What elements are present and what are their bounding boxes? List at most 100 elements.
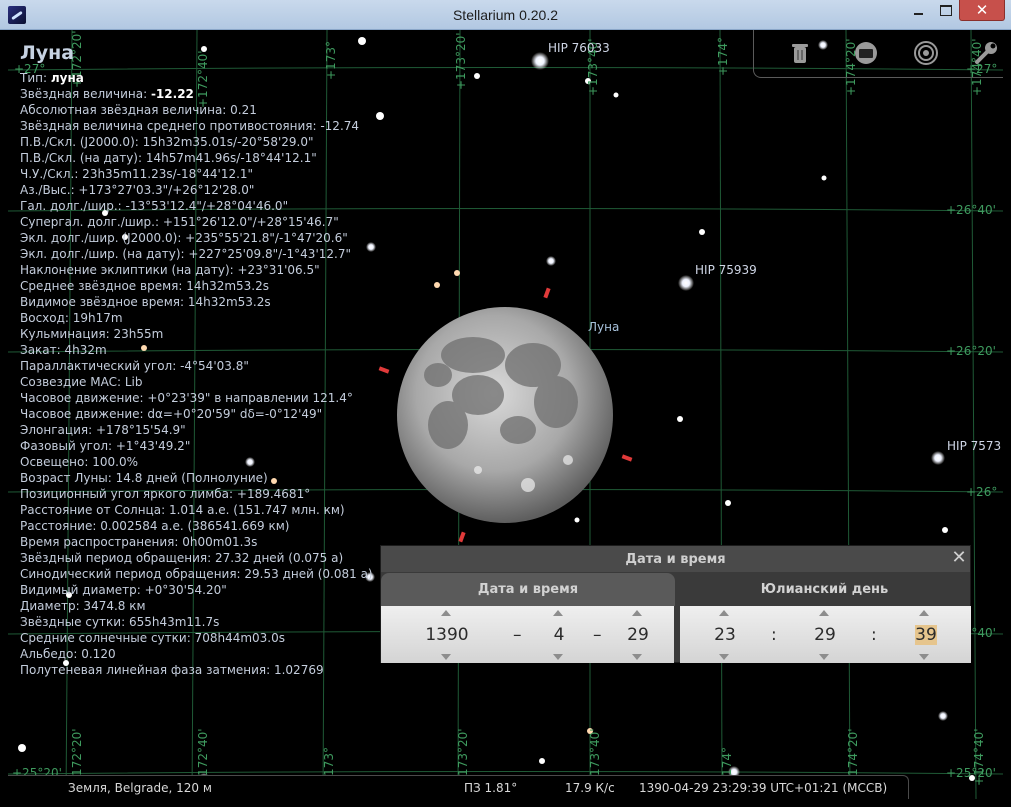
object-info-line: Видимый диаметр: +0°30'54.20" xyxy=(20,583,227,597)
grid-label-alt-2640: +26°40' xyxy=(946,203,996,217)
object-info-line: Время распространения: 0h00m01.3s xyxy=(20,535,258,549)
year-value[interactable]: 1390 xyxy=(417,625,477,645)
object-info-line: Абсолютная звёздная величина: 0.21 xyxy=(20,103,257,117)
object-info-line: Экл. долг./шир. (на дату): +227°25'09.8"… xyxy=(20,247,351,261)
dialog-close-icon[interactable]: ✕ xyxy=(949,548,969,568)
date-pane: 1390 – 4 – 29 xyxy=(381,606,674,663)
object-info-line: Закат: 4h32m xyxy=(20,343,107,357)
minute-value[interactable]: 29 xyxy=(795,625,855,645)
object-info-line: Фазовый угол: +1°43'49.2" xyxy=(20,439,191,453)
dialog-body: 1390 – 4 – 29 23: 29: 39 xyxy=(381,606,971,663)
object-info-line: П.В./Скл. (J2000.0): 15h32m35.01s/-20°58… xyxy=(20,135,314,149)
minute-up-icon[interactable] xyxy=(819,610,829,616)
day-up-icon[interactable] xyxy=(632,610,642,616)
target-icon[interactable] xyxy=(913,40,939,66)
star-label-hip-76033[interactable]: HIP 76033 xyxy=(548,41,610,55)
second-down-icon[interactable] xyxy=(919,654,929,660)
tab-julian-day[interactable]: Юлианский день xyxy=(679,573,970,606)
object-info-line: Созвездие MAC: Lib xyxy=(20,375,143,389)
object-info-line: Средние солнечные сутки: 708h44m03.0s xyxy=(20,631,285,645)
tab-date-time-label: Дата и время xyxy=(477,582,579,597)
object-info-line: Восход: 19h17m xyxy=(20,311,123,325)
object-info-line: Альбедо: 0.120 xyxy=(20,647,116,661)
sky-view[interactable]: +27° +27° +26°40' +26°20' +26° +25°40' +… xyxy=(8,30,1003,799)
minimize-button[interactable] xyxy=(905,0,932,21)
time-separator: : xyxy=(871,625,877,645)
object-info-line: Звёздный период обращения: 27.32 дней (0… xyxy=(20,551,344,565)
object-info-lines: Абсолютная звёздная величина: 0.21 Звёздн… xyxy=(20,102,373,678)
dialog-title: Дата и время xyxy=(625,552,726,567)
year-spinbox[interactable]: 1390 xyxy=(417,606,477,663)
object-info-line: Ч.У./Скл.: 23h35m11.23s/-18°44'12.1" xyxy=(20,167,254,181)
moon[interactable] xyxy=(397,307,613,523)
grid-label-az-17320: +173°20' xyxy=(454,32,468,90)
time-pane: 23 : 29 : 39 xyxy=(680,606,971,663)
hour-spinbox[interactable]: 23 xyxy=(695,606,755,663)
date-separator: – xyxy=(593,625,602,645)
object-type-value: луна xyxy=(50,71,84,85)
object-info-line: П.В./Скл. (на дату): 14h57m41.96s/-18°44… xyxy=(20,151,317,165)
month-value[interactable]: 4 xyxy=(529,625,589,645)
object-type-label: Тип: xyxy=(20,71,48,85)
day-value[interactable]: 29 xyxy=(608,625,668,645)
object-info-line: Супергал. долг./шир.: +151°26'12.0"/+28°… xyxy=(20,215,339,229)
window-title: Stellarium 0.20.2 xyxy=(452,7,559,23)
object-info-line: Позиционный угол яркого лимба: +189.4681… xyxy=(20,487,311,501)
object-info-panel: Луна Тип: луна Звёздная величина: -12.22… xyxy=(20,42,373,678)
title-bar: Stellarium 0.20.2 ✕ xyxy=(0,0,1011,30)
close-window-button[interactable]: ✕ xyxy=(959,0,1005,21)
time-separator: : xyxy=(771,625,777,645)
object-info-line: Звёздные сутки: 655h43m11.7s xyxy=(20,615,220,629)
wrench-icon[interactable] xyxy=(973,40,999,66)
object-info-line: Расстояние от Солнца: 1.014 а.е. (151.74… xyxy=(20,503,345,517)
minute-spinbox[interactable]: 29 xyxy=(795,606,855,663)
maximize-button[interactable] xyxy=(932,0,959,21)
tab-julian-day-label: Юлианский день xyxy=(760,582,889,597)
close-icon: ✕ xyxy=(975,1,989,19)
star-label-hip-7573[interactable]: HIP 7573 xyxy=(947,439,1001,453)
second-up-icon[interactable] xyxy=(919,610,929,616)
object-info-line: Кульминация: 23h55m xyxy=(20,327,164,341)
object-info-line: Диаметр: 3474.8 км xyxy=(20,599,146,613)
object-info-line: Возраст Луны: 14.8 дней (Полнолуние) xyxy=(20,471,268,485)
second-value[interactable]: 39 xyxy=(915,625,937,645)
hour-down-icon[interactable] xyxy=(719,654,729,660)
star-label-hip-75939[interactable]: HIP 75939 xyxy=(695,263,757,277)
object-name: Луна xyxy=(20,42,75,64)
trash-icon[interactable] xyxy=(787,40,813,66)
top-toolbar xyxy=(753,30,1003,78)
minute-down-icon[interactable] xyxy=(819,654,829,660)
screen-icon[interactable] xyxy=(853,40,879,66)
day-down-icon[interactable] xyxy=(632,654,642,660)
object-mag-label: Звёздная величина: xyxy=(20,87,148,101)
object-info-line: Расстояние: 0.002584 а.е. (386541.669 км… xyxy=(20,519,290,533)
object-type-line: Тип: луна xyxy=(20,70,373,86)
object-info-line: Звёздная величина среднего противостояни… xyxy=(20,119,360,133)
month-down-icon[interactable] xyxy=(553,654,563,660)
status-fps: 17.9 К/с xyxy=(565,781,615,795)
object-info-line: Часовое движение: +0°23'39" в направлени… xyxy=(20,391,353,405)
day-spinbox[interactable]: 29 xyxy=(608,606,668,663)
month-spinbox[interactable]: 4 xyxy=(529,606,589,663)
hour-value[interactable]: 23 xyxy=(695,625,755,645)
object-info-line: Синодический период обращения: 29.53 дне… xyxy=(20,567,373,581)
object-info-line: Экл. долг./шир. (J2000.0): +235°55'21.8"… xyxy=(20,231,348,245)
status-fov: ПЗ 1.81° xyxy=(464,781,518,795)
dialog-title-bar[interactable]: Дата и время ✕ xyxy=(381,546,970,572)
grid-label-alt-2620: +26°20' xyxy=(946,344,996,358)
hour-up-icon[interactable] xyxy=(719,610,729,616)
tab-date-time[interactable]: Дата и время xyxy=(381,573,675,606)
grid-label-az-174: +174° xyxy=(716,37,730,76)
object-info-line: Освещено: 100.0% xyxy=(20,455,138,469)
object-info-line: Полутеневая линейная фаза затмения: 1.02… xyxy=(20,663,324,677)
status-datetime[interactable]: 1390-04-29 23:29:39 UTC+01:21 (MCCB) xyxy=(639,781,887,795)
year-down-icon[interactable] xyxy=(441,654,451,660)
status-bar: Земля, Belgrade, 120 м ПЗ 1.81° 17.9 К/с… xyxy=(8,775,909,799)
moon-label[interactable]: Луна xyxy=(588,320,619,334)
year-up-icon[interactable] xyxy=(441,610,451,616)
object-info-line: Часовое движение: dα=+0°20'59" dδ=-0°12'… xyxy=(20,407,323,421)
date-separator: – xyxy=(513,625,522,645)
second-spinbox[interactable]: 39 xyxy=(895,606,955,663)
status-location[interactable]: Земля, Belgrade, 120 м xyxy=(68,781,212,795)
month-up-icon[interactable] xyxy=(553,610,563,616)
